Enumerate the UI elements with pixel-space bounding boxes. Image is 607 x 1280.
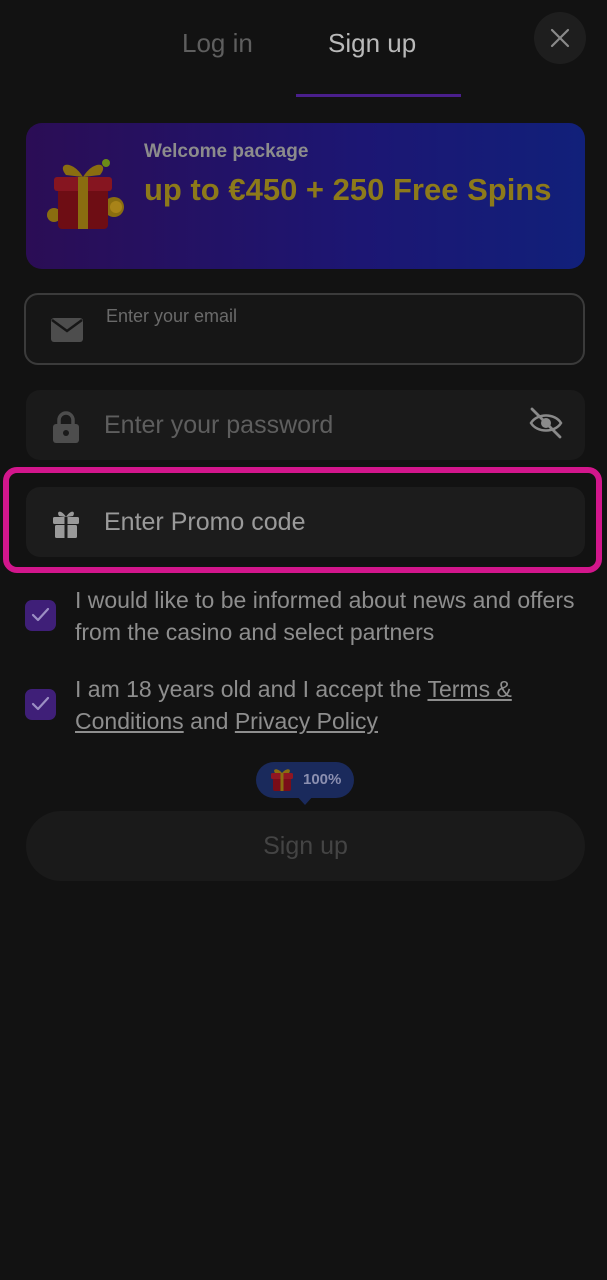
bonus-percent: 100% [303,771,342,788]
promo-highlight-frame [3,467,602,573]
gift-icon [271,769,293,791]
email-field[interactable]: Enter your email [24,293,585,365]
banner-subtitle: Welcome package [144,141,309,162]
active-tab-indicator [296,94,461,97]
password-field[interactable]: Enter your password [26,390,585,460]
bonus-badge-tail [296,795,314,805]
lock-icon [53,411,79,443]
welcome-banner[interactable]: Welcome package up to €450 + 250 Free Sp… [26,123,585,269]
email-placeholder: Enter your email [106,306,238,326]
close-icon [550,28,570,48]
signup-button[interactable]: Sign up [26,811,585,881]
tab-signup[interactable]: Sign up [328,28,416,59]
auth-tabs: Log in Sign up [0,0,607,100]
terms-text-middle: and [183,708,235,734]
news-consent-checkbox[interactable] [25,600,56,631]
gift-icon [47,159,124,229]
banner-title: up to €450 + 250 Free Spins [144,172,552,207]
checkmark-icon [31,696,50,711]
terms-consent-checkbox[interactable] [25,689,56,720]
news-consent-label: I would like to be informed about news a… [75,587,575,645]
eye-slash-icon[interactable] [528,406,564,440]
terms-consent-label: I am 18 years old and I accept the Terms… [75,673,580,737]
bonus-badge: 100% [256,762,354,805]
checkmark-icon [31,607,50,622]
privacy-link[interactable]: Privacy Policy [235,708,378,734]
password-placeholder: Enter your password [104,411,334,439]
terms-text-before: I am 18 years old and I accept the [75,676,428,702]
close-button[interactable] [534,12,586,64]
tab-login[interactable]: Log in [182,28,253,59]
envelope-icon [51,318,83,342]
